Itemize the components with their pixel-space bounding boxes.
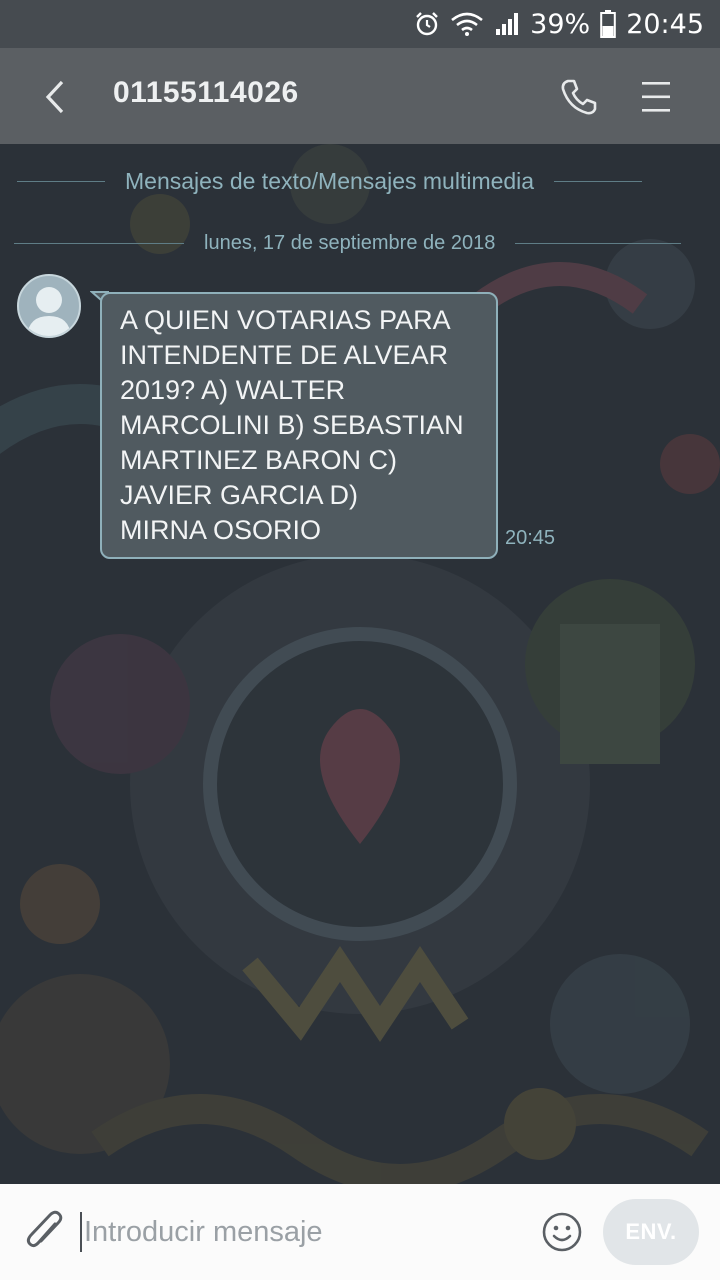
menu-button[interactable] bbox=[636, 74, 676, 120]
default-avatar-icon bbox=[27, 287, 71, 336]
divider-line bbox=[515, 243, 682, 244]
conversation-area[interactable]: Mensajes de texto/Mensajes multimedia lu… bbox=[0, 144, 720, 1184]
battery-icon bbox=[600, 10, 616, 38]
contact-avatar[interactable] bbox=[17, 274, 81, 338]
message-line: MIRNA OSORIO bbox=[120, 515, 322, 545]
phone-icon bbox=[561, 79, 597, 115]
message-line: A QUIEN VOTARIAS PARA bbox=[120, 305, 451, 335]
signal-icon bbox=[494, 11, 520, 37]
conversation-header: 01155114026 bbox=[0, 48, 720, 144]
message-line: JAVIER GARCIA D) bbox=[120, 480, 359, 510]
emoji-button[interactable] bbox=[540, 1210, 584, 1254]
message-line: MARTINEZ BARON C) bbox=[120, 445, 398, 475]
contact-number[interactable]: 01155114026 bbox=[113, 76, 299, 110]
message-input[interactable] bbox=[84, 1208, 504, 1256]
divider-line bbox=[554, 181, 643, 182]
message-line: 2019? A) WALTER bbox=[120, 375, 346, 405]
call-button[interactable] bbox=[556, 74, 602, 120]
message-line: INTENDENTE DE ALVEAR bbox=[120, 340, 449, 370]
back-arrow-icon bbox=[45, 80, 64, 114]
text-cursor bbox=[80, 1212, 82, 1252]
emoji-icon bbox=[542, 1212, 582, 1252]
incoming-message-bubble[interactable]: A QUIEN VOTARIAS PARA INTENDENTE DE ALVE… bbox=[100, 292, 498, 559]
message-line: MARCOLINI B) SEBASTIAN bbox=[120, 410, 464, 440]
divider-line bbox=[14, 243, 184, 244]
attach-button[interactable] bbox=[22, 1208, 68, 1258]
date-divider: lunes, 17 de septiembre de 2018 bbox=[0, 232, 720, 255]
paperclip-icon bbox=[26, 1210, 63, 1248]
message-time: 20:45 bbox=[505, 527, 556, 549]
status-bar: 39% 20:45 bbox=[0, 0, 720, 48]
date-label: lunes, 17 de septiembre de 2018 bbox=[204, 232, 496, 254]
message-composer: ENV. bbox=[0, 1184, 720, 1280]
send-button[interactable]: ENV. bbox=[603, 1199, 699, 1265]
message-type-label: Mensajes de texto/Mensajes multimedia bbox=[125, 168, 535, 194]
alarm-icon bbox=[414, 11, 440, 37]
message-type-divider: Mensajes de texto/Mensajes multimedia bbox=[0, 168, 720, 195]
divider-line bbox=[17, 181, 105, 182]
status-time: 20:45 bbox=[626, 8, 704, 40]
status-icons: 39% 20:45 bbox=[414, 0, 704, 48]
menu-icon bbox=[642, 82, 670, 112]
wifi-icon bbox=[450, 11, 484, 37]
battery-level: 39% bbox=[530, 8, 591, 40]
back-button[interactable] bbox=[30, 72, 80, 122]
